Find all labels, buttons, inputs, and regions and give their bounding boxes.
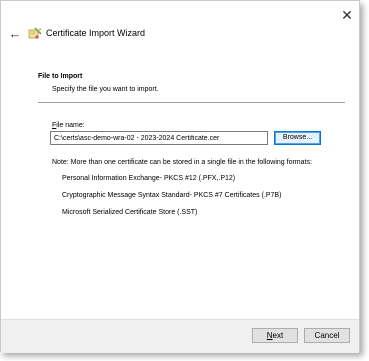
certificate-wizard-icon xyxy=(28,27,42,41)
next-label: ext xyxy=(272,331,284,340)
file-name-input[interactable] xyxy=(50,131,268,145)
window-title: Certificate Import Wizard xyxy=(46,28,146,38)
browse-button[interactable]: Browse... xyxy=(274,131,321,145)
divider xyxy=(38,102,345,103)
format-item-p7b: Cryptographic Message Syntax Standard- P… xyxy=(62,192,282,199)
back-arrow-icon[interactable]: ← xyxy=(8,27,22,41)
cancel-button[interactable]: Cancel xyxy=(304,328,350,343)
file-name-label-text: ile name: xyxy=(56,122,85,129)
wizard-footer: Next Cancel xyxy=(1,319,359,353)
file-name-label: File name: xyxy=(52,122,85,129)
format-item-sst: Microsoft Serialized Certificate Store (… xyxy=(62,209,198,216)
wizard-window: ✕ ← Certificate Import Wizard File to Im… xyxy=(0,0,360,353)
close-icon[interactable]: ✕ xyxy=(339,7,355,23)
formats-note: Note: More than one certificate can be s… xyxy=(52,159,312,166)
next-button[interactable]: Next xyxy=(252,328,298,343)
section-title: File to Import xyxy=(38,73,83,80)
section-subtitle: Specify the file you want to import. xyxy=(52,86,159,93)
format-item-pfx: Personal Information Exchange- PKCS #12 … xyxy=(62,175,236,182)
